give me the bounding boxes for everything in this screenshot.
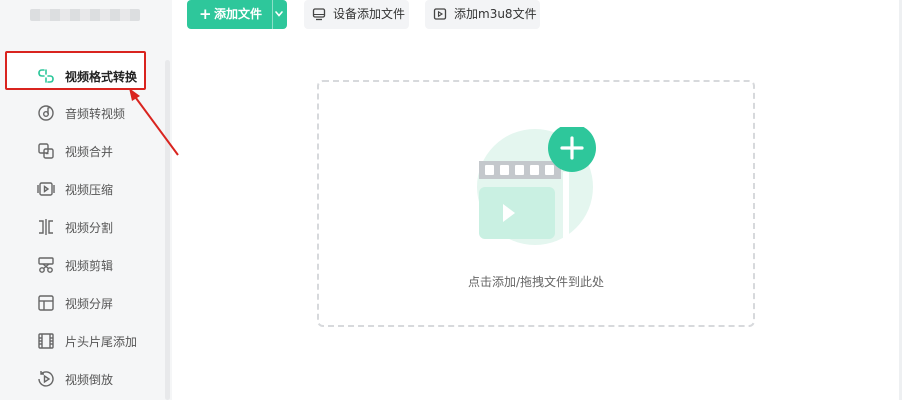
audio-disc-icon — [37, 104, 55, 122]
plus-icon: + — [199, 5, 212, 23]
compress-icon — [37, 180, 55, 198]
sidebar-item-label: 视频合并 — [65, 144, 114, 159]
add-video-illustration[interactable] — [475, 127, 601, 247]
sidebar-item-label: 音频转视频 — [65, 106, 126, 121]
sidebar-item-label: 视频剪辑 — [65, 258, 114, 273]
sidebar-item-label: 视频分屏 — [65, 296, 114, 311]
add-file-label: 添加文件 — [214, 7, 263, 21]
sidebar-item-reverse[interactable]: 视频倒放 — [0, 361, 168, 397]
sidebar-item-label: 视频倒放 — [65, 372, 114, 387]
film-strip-icon — [37, 332, 55, 350]
chevron-down-icon[interactable] — [274, 9, 284, 19]
app-logo — [30, 9, 140, 21]
split-icon — [37, 218, 55, 236]
format-convert-icon — [37, 67, 55, 85]
add-m3u8-label: 添加m3u8文件 — [454, 7, 537, 21]
add-m3u8-button[interactable]: 添加m3u8文件 — [425, 0, 540, 29]
sidebar-item-edit[interactable]: 视频剪辑 — [0, 247, 168, 283]
sidebar: 视频格式转换 音频转视频 视频合并 视频压缩 视频分割 视频剪辑 视频分屏 片头… — [0, 0, 172, 400]
reverse-play-icon — [37, 370, 55, 388]
sidebar-item-format-convert[interactable]: 视频格式转换 — [0, 58, 168, 94]
sidebar-item-label: 视频压缩 — [65, 182, 114, 197]
sidebar-item-label: 片头片尾添加 — [65, 334, 138, 349]
file-drop-zone[interactable]: 点击添加/拖拽文件到此处 — [317, 80, 755, 327]
sidebar-item-intro-outro[interactable]: 片头片尾添加 — [0, 323, 168, 359]
drop-hint-text: 点击添加/拖拽文件到此处 — [467, 275, 605, 289]
scissors-icon — [37, 256, 55, 274]
split-screen-icon — [37, 294, 55, 312]
add-file-button[interactable]: + 添加文件 — [187, 0, 287, 29]
sidebar-item-label: 视频格式转换 — [65, 69, 138, 84]
video-play-icon — [433, 8, 447, 20]
sidebar-item-merge[interactable]: 视频合并 — [0, 133, 168, 169]
device-add-label: 设备添加文件 — [333, 7, 406, 21]
device-icon — [312, 8, 326, 21]
sidebar-item-audio-to-video[interactable]: 音频转视频 — [0, 95, 168, 131]
sidebar-item-label: 视频分割 — [65, 220, 114, 235]
sidebar-item-split-screen[interactable]: 视频分屏 — [0, 285, 168, 321]
sidebar-item-split[interactable]: 视频分割 — [0, 209, 168, 245]
button-divider — [272, 0, 273, 29]
sidebar-item-compress[interactable]: 视频压缩 — [0, 171, 168, 207]
merge-icon — [37, 142, 55, 160]
device-add-file-button[interactable]: 设备添加文件 — [304, 0, 409, 29]
